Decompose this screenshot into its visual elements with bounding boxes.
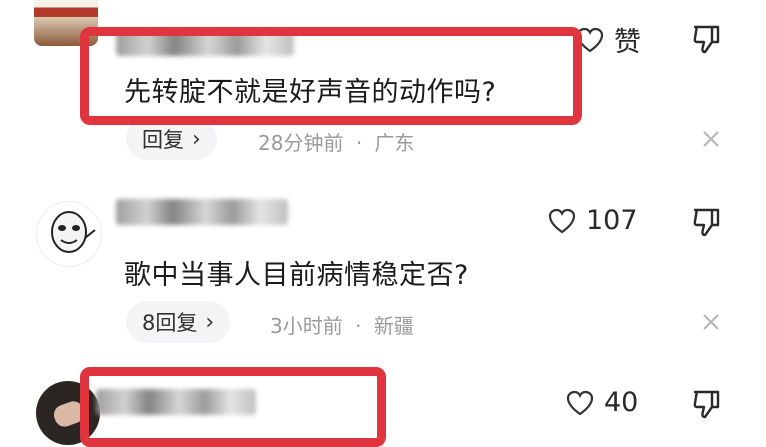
close-icon[interactable] — [700, 311, 722, 333]
reply-button[interactable]: 8回复 › — [126, 301, 231, 343]
thumbs-down-icon[interactable] — [690, 205, 724, 239]
like-button[interactable]: 赞 — [576, 20, 641, 59]
like-label: 赞 — [614, 27, 641, 58]
reply-label: 回复 — [142, 128, 184, 152]
comment-item: 先转腚不就是好声音的动作吗? 赞 回复 › 28分钟前 · 广东 — [0, 0, 766, 175]
meta-separator: · — [355, 131, 363, 155]
meta-separator: · — [355, 314, 362, 338]
like-count: 107 — [586, 205, 638, 236]
comment-item: 歌中当事人目前病情稳定否? 107 8回复 › 3小时前 · 新疆 — [0, 175, 766, 365]
reply-label: 8回复 — [142, 311, 198, 335]
heart-outline-icon — [548, 208, 576, 233]
highlight-box — [80, 27, 582, 125]
avatar[interactable] — [36, 201, 102, 267]
comment-time: 28分钟前 — [258, 131, 344, 155]
comment-meta: 3小时前 · 新疆 — [270, 310, 414, 339]
like-button[interactable]: 107 — [548, 205, 638, 236]
like-button[interactable]: 40 — [566, 387, 638, 418]
comment-item: 40 — [0, 365, 766, 447]
comment-meta: 28分钟前 · 广东 — [258, 127, 415, 156]
heart-outline-icon — [566, 390, 594, 415]
comment-location: 广东 — [374, 131, 415, 155]
comment-location: 新疆 — [373, 314, 414, 338]
username-blurred[interactable] — [116, 199, 288, 225]
chevron-right-icon: › — [205, 309, 215, 335]
comment-time: 3小时前 — [270, 314, 343, 338]
comment-text: 歌中当事人目前病情稳定否? — [124, 260, 469, 291]
highlight-box — [80, 367, 386, 447]
thumbs-down-icon[interactable] — [690, 22, 724, 56]
close-icon[interactable] — [700, 128, 722, 150]
meme-face-icon — [51, 211, 96, 253]
chevron-right-icon: › — [192, 126, 201, 152]
thumbs-down-icon[interactable] — [690, 387, 724, 421]
like-count: 40 — [604, 387, 639, 418]
